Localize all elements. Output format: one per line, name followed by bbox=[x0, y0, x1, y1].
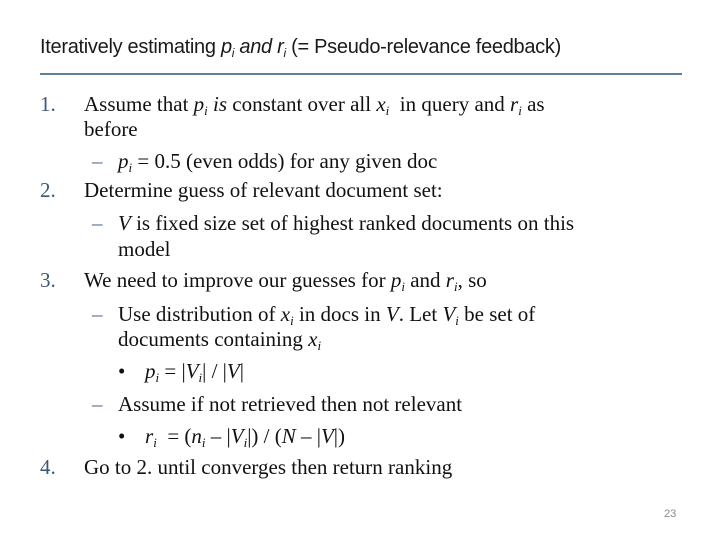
sub: i bbox=[317, 338, 322, 353]
formula-p: pi = |Vi| / |V| bbox=[145, 359, 244, 384]
list-item-2: Determine guess of relevant document set… bbox=[84, 178, 443, 202]
var-Vi: Vi bbox=[230, 424, 247, 449]
dash-marker: – bbox=[92, 392, 103, 416]
var-x: xi bbox=[376, 92, 389, 117]
var: n bbox=[191, 424, 202, 448]
dash-marker: – bbox=[92, 302, 103, 326]
list-item-1: Assume that pi is constant over all xi i… bbox=[84, 92, 545, 117]
text: , so bbox=[457, 268, 487, 292]
var-x: xi bbox=[280, 302, 294, 327]
var-r: ri bbox=[510, 92, 522, 117]
text: |) / ( bbox=[247, 424, 282, 448]
var-V: V bbox=[385, 302, 399, 326]
var-r: ri bbox=[145, 424, 157, 449]
var: x bbox=[376, 92, 386, 116]
text: Assume that bbox=[84, 92, 194, 116]
var: V bbox=[185, 359, 199, 383]
bullet-marker: • bbox=[118, 424, 126, 448]
title-var-p: pi and ri bbox=[220, 36, 286, 59]
var-p: pi bbox=[145, 359, 159, 384]
var-p: pi is bbox=[193, 92, 228, 117]
text: = | bbox=[159, 359, 186, 383]
text: as bbox=[521, 92, 545, 116]
text: is bbox=[207, 92, 228, 116]
dash-marker: – bbox=[92, 211, 103, 235]
var-n: ni bbox=[191, 424, 205, 449]
var-V: V bbox=[118, 211, 131, 235]
item-number: 1. bbox=[40, 92, 56, 116]
sub-item-2-1-continuation: model bbox=[118, 237, 171, 261]
text: = ( bbox=[156, 424, 192, 448]
text: – | bbox=[295, 424, 321, 448]
var: r bbox=[510, 92, 519, 116]
var: p bbox=[118, 149, 129, 173]
sub-item-3-2: Assume if not retrieved then not relevan… bbox=[118, 392, 463, 416]
sub-item-1-1: pi = 0.5 (even odds) for any given doc bbox=[118, 149, 438, 174]
sub-item-2-1: V is fixed size set of highest ranked do… bbox=[118, 211, 574, 235]
bullet-marker: • bbox=[118, 359, 126, 383]
var-V: V bbox=[226, 359, 240, 383]
title-text: Iteratively estimating bbox=[40, 36, 221, 58]
text: be set of bbox=[458, 302, 536, 326]
text: and bbox=[404, 268, 446, 292]
text: | / | bbox=[202, 359, 227, 383]
var: V bbox=[230, 424, 244, 448]
var: p bbox=[145, 359, 156, 383]
var-V: V bbox=[320, 424, 334, 448]
text: documents containing bbox=[118, 327, 309, 351]
item-number: 3. bbox=[40, 268, 56, 292]
text: | bbox=[239, 359, 244, 383]
item-number: 2. bbox=[40, 178, 56, 202]
text: |) bbox=[333, 424, 345, 448]
text: . Let bbox=[398, 302, 443, 326]
title-p: p bbox=[220, 36, 232, 58]
text: We need to improve our guesses for bbox=[84, 268, 391, 292]
list-item-3: We need to improve our guesses for pi an… bbox=[84, 268, 487, 293]
title-suffix: (= Pseudo-relevance feedback) bbox=[285, 36, 561, 58]
var: r bbox=[145, 424, 154, 448]
var: r bbox=[445, 268, 454, 292]
var-p: pi bbox=[390, 268, 405, 293]
sub-item-3-1-continuation: documents containing xi bbox=[118, 327, 322, 353]
sub-item-3-1: Use distribution of xi in docs in V. Let… bbox=[118, 302, 536, 327]
text: = 0.5 (even odds) for any given doc bbox=[132, 149, 438, 173]
var: V bbox=[442, 302, 456, 326]
list-item-4: Go to 2. until converges then return ran… bbox=[84, 455, 453, 479]
text: constant over all bbox=[227, 92, 377, 116]
formula-r: ri = (ni – |Vi|) / (N – |V|) bbox=[145, 424, 345, 449]
text: is fixed size set of highest ranked docu… bbox=[130, 211, 575, 235]
title-and: and bbox=[234, 36, 278, 58]
item-number: 4. bbox=[40, 455, 56, 479]
var-x: xi bbox=[308, 327, 322, 353]
slide-title: Iteratively estimating pi and ri (= Pseu… bbox=[40, 36, 561, 59]
text: – | bbox=[205, 424, 231, 448]
page-number: 23 bbox=[664, 508, 677, 520]
var-Vi: Vi bbox=[442, 302, 458, 327]
var: x bbox=[280, 302, 291, 326]
title-divider bbox=[40, 73, 682, 75]
text: in docs in bbox=[293, 302, 386, 326]
var: p bbox=[193, 92, 205, 116]
var: p bbox=[390, 268, 402, 292]
var-N: N bbox=[281, 424, 296, 448]
list-item-1-continuation: before bbox=[84, 117, 138, 141]
var-p: pi bbox=[118, 149, 132, 174]
var-Vi: Vi bbox=[185, 359, 202, 384]
dash-marker: – bbox=[92, 149, 103, 173]
var-r: ri bbox=[445, 268, 458, 293]
text: in query and bbox=[389, 92, 511, 116]
text: Use distribution of bbox=[118, 302, 281, 326]
